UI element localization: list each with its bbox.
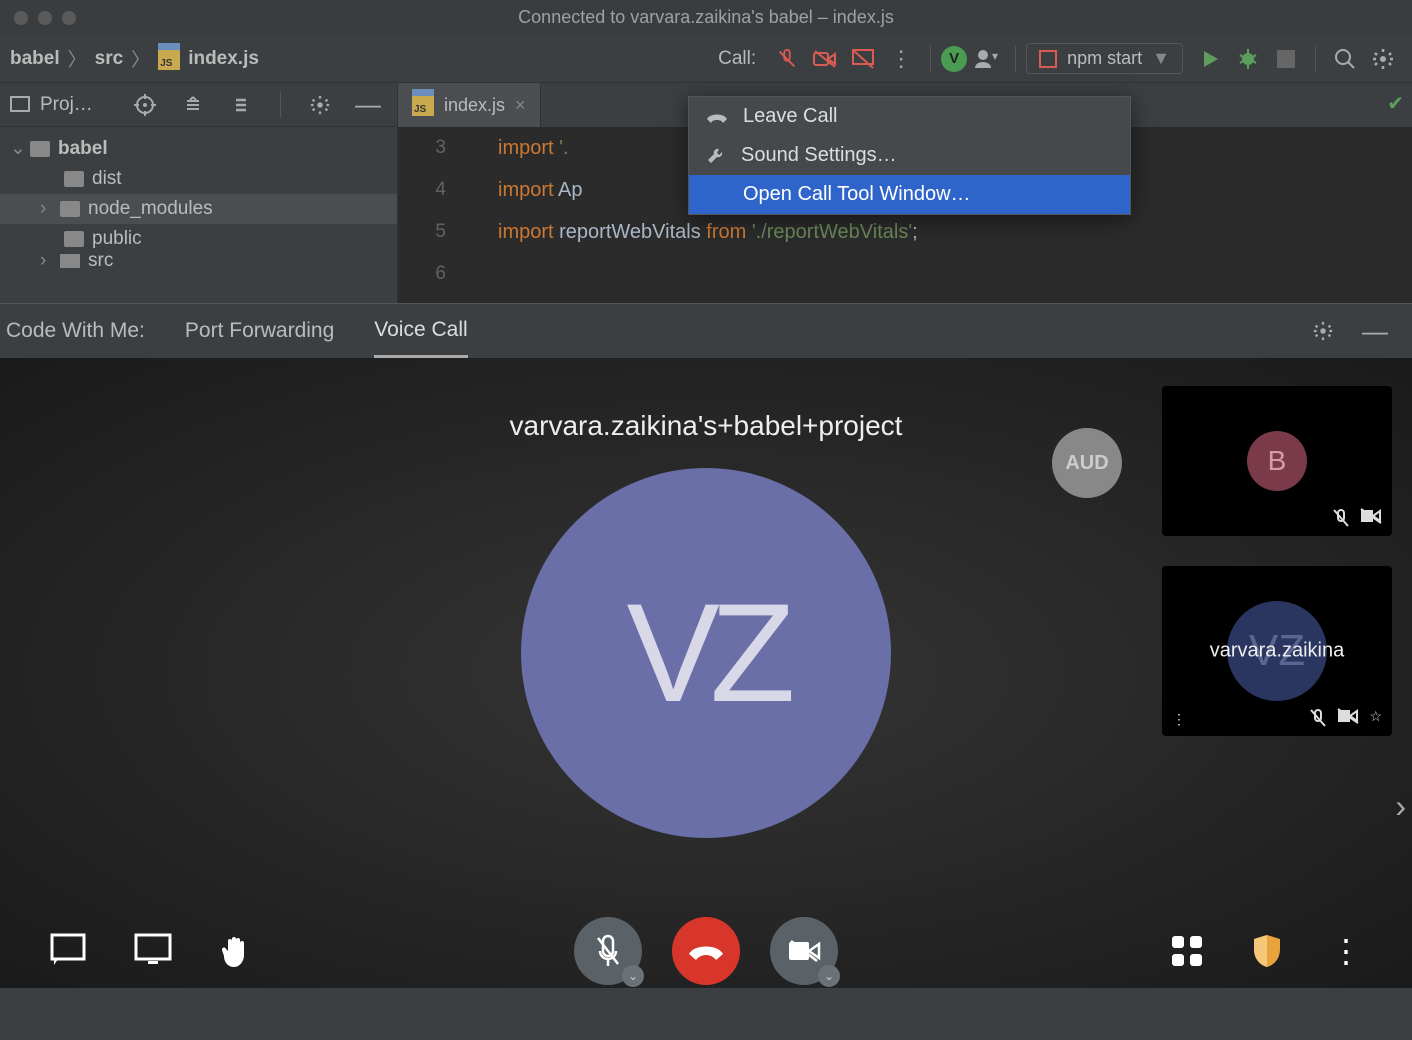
chevron-down-icon[interactable]: ⌄: [818, 965, 840, 987]
minimize-icon[interactable]: —: [355, 92, 381, 118]
sidebar-header: Proj… —: [0, 83, 397, 127]
project-icon: [10, 96, 30, 114]
call-controls: ⌄ ⌄ ⋮: [0, 932, 1412, 970]
js-file-icon: JS: [412, 94, 434, 116]
screen-off-icon[interactable]: [850, 46, 876, 72]
wrench-icon: [705, 145, 727, 167]
tree-item-dist[interactable]: dist: [0, 164, 397, 194]
raise-hand-icon[interactable]: [220, 933, 254, 969]
stop-button: [1273, 46, 1299, 72]
minimize-dot[interactable]: [38, 11, 52, 25]
gear-icon[interactable]: [307, 92, 333, 118]
window-controls[interactable]: [0, 11, 76, 25]
tool-window-tabs: Code With Me: Port Forwarding Voice Call…: [0, 304, 1412, 358]
tab-voice-call[interactable]: Voice Call: [374, 304, 467, 358]
maximize-dot[interactable]: [62, 11, 76, 25]
close-dot[interactable]: [14, 11, 28, 25]
audio-badge[interactable]: AUD: [1052, 428, 1122, 498]
participant-thumb[interactable]: VZ varvara.zaikina ⋮ ☆: [1162, 566, 1392, 736]
sidebar-title: Proj…: [40, 94, 116, 116]
minimize-icon[interactable]: —: [1362, 318, 1388, 344]
run-button[interactable]: [1197, 46, 1223, 72]
gear-icon[interactable]: [1370, 46, 1396, 72]
camera-toggle-button[interactable]: ⌄: [770, 917, 838, 985]
more-icon[interactable]: ⋮: [1172, 711, 1186, 728]
breadcrumb[interactable]: babel 〉 src 〉 JS index.js: [10, 45, 259, 72]
menu-open-tool-window[interactable]: Open Call Tool Window…: [689, 175, 1130, 214]
chevron-down-icon[interactable]: ⌄: [622, 965, 644, 987]
breadcrumb-root[interactable]: babel: [10, 48, 60, 70]
gear-icon[interactable]: [1310, 318, 1336, 344]
tool-window-label: Code With Me:: [6, 319, 145, 343]
dropdown-icon: ▼: [1152, 48, 1170, 69]
separator: [1315, 46, 1316, 72]
inspection-ok-icon[interactable]: ✔: [1387, 91, 1404, 116]
tree-item-babel[interactable]: ⌄babel: [0, 133, 397, 164]
mic-off-icon: [1309, 708, 1327, 728]
call-label: Call:: [718, 48, 756, 70]
window-titlebar: Connected to varvara.zaikina's babel – i…: [0, 0, 1412, 35]
breadcrumb-mid[interactable]: src: [95, 48, 124, 70]
mic-toggle-button[interactable]: ⌄: [574, 917, 642, 985]
tree-item-public[interactable]: public: [0, 224, 397, 254]
search-icon[interactable]: [1332, 46, 1358, 72]
menu-sound-settings[interactable]: Sound Settings…: [689, 136, 1130, 175]
hangup-icon: [705, 109, 729, 125]
expand-icon[interactable]: ›: [1395, 788, 1406, 825]
debug-button[interactable]: [1235, 46, 1261, 72]
js-file-icon: JS: [158, 48, 180, 70]
tool-window: Code With Me: Port Forwarding Voice Call…: [0, 303, 1412, 988]
camera-off-icon[interactable]: [812, 46, 838, 72]
project-sidebar: Proj… — ⌄babel dist ›node_modules public…: [0, 83, 398, 303]
svg-text:▾: ▾: [992, 49, 998, 63]
expand-all-icon[interactable]: [180, 92, 206, 118]
screen-share-icon[interactable]: [134, 933, 172, 969]
participant-thumbnails: B VZ varvara.zaikina ⋮ ☆: [1162, 386, 1392, 736]
separator: [930, 46, 931, 72]
run-config-selector[interactable]: npm start ▼: [1026, 43, 1183, 74]
more-vert-icon[interactable]: ⋮: [888, 46, 914, 72]
mic-muted-icon[interactable]: [774, 46, 800, 72]
mic-off-icon: [1332, 508, 1350, 528]
separator: [280, 92, 281, 118]
cam-off-icon: [1337, 708, 1359, 728]
user-avatar[interactable]: V: [941, 46, 967, 72]
collapse-all-icon[interactable]: [228, 92, 254, 118]
editor-tab-index[interactable]: JS index.js ×: [398, 83, 541, 127]
tab-port-forwarding[interactable]: Port Forwarding: [185, 304, 334, 358]
tab-label: index.js: [444, 95, 505, 116]
participant-name: varvara.zaikina: [1210, 640, 1345, 663]
target-icon[interactable]: [132, 92, 158, 118]
participant-thumb[interactable]: B: [1162, 386, 1392, 536]
tree-item-node-modules[interactable]: ›node_modules: [0, 194, 397, 224]
main-participant-avatar: VZ: [521, 468, 891, 838]
grid-view-icon[interactable]: [1170, 934, 1204, 968]
close-tab-icon[interactable]: ×: [515, 95, 526, 116]
add-user-icon[interactable]: ▾: [973, 46, 999, 72]
chevron-icon: 〉: [131, 45, 150, 72]
tree-item-src[interactable]: ›src: [0, 254, 397, 268]
npm-icon: [1039, 50, 1057, 68]
run-config-label: npm start: [1067, 48, 1142, 69]
line-gutter: 3 4 5 6: [398, 127, 458, 295]
separator: [1015, 46, 1016, 72]
more-vert-icon[interactable]: ⋮: [1330, 932, 1362, 970]
hangup-button[interactable]: [672, 917, 740, 985]
voice-call-panel: varvara.zaikina's+babel+project VZ AUD B…: [0, 358, 1412, 988]
call-title: varvara.zaikina's+babel+project: [510, 410, 903, 442]
call-dropdown-menu: Leave Call Sound Settings… Open Call Too…: [688, 96, 1131, 215]
avatar-circle: B: [1247, 431, 1307, 491]
menu-leave-call[interactable]: Leave Call: [689, 97, 1130, 136]
chat-icon[interactable]: [50, 933, 86, 969]
main-toolbar: babel 〉 src 〉 JS index.js Call: ⋮ V ▾ np…: [0, 35, 1412, 83]
chevron-icon: 〉: [68, 45, 87, 72]
breadcrumb-file[interactable]: index.js: [188, 48, 259, 70]
shield-icon[interactable]: [1252, 933, 1282, 969]
window-title: Connected to varvara.zaikina's babel – i…: [518, 7, 894, 28]
star-icon[interactable]: ☆: [1369, 708, 1382, 728]
project-tree[interactable]: ⌄babel dist ›node_modules public ›src: [0, 127, 397, 274]
cam-off-icon: [1360, 508, 1382, 528]
